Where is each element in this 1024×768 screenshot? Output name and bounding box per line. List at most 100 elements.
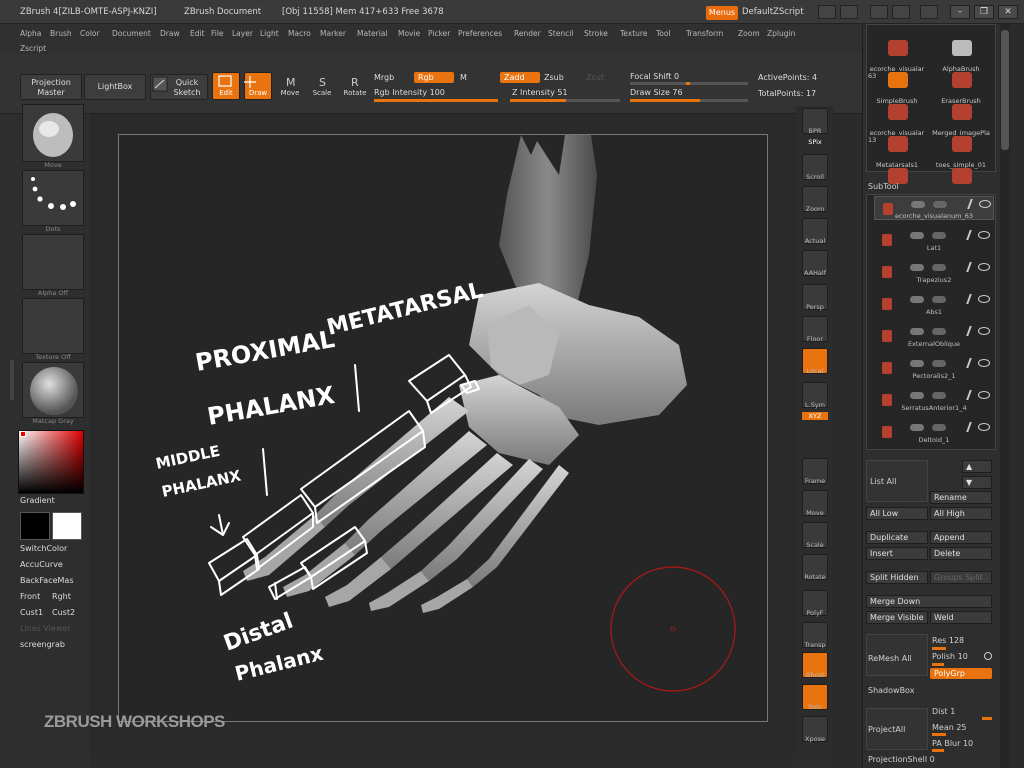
mean-slider[interactable]: Mean 25	[932, 723, 967, 732]
menu-item[interactable]: Document	[112, 29, 151, 38]
restore-icon[interactable]: ❐	[974, 5, 994, 19]
lines-viewer-button[interactable]: Lines Viewer	[20, 624, 71, 636]
mrgb-button[interactable]: Mrgb	[374, 73, 394, 82]
subtool-toggle-icon[interactable]	[911, 201, 925, 208]
dist-slider[interactable]: Dist 1	[932, 707, 955, 716]
eye-icon[interactable]	[978, 231, 990, 239]
subtool-toggle-icon[interactable]	[910, 360, 924, 367]
merge-down-button[interactable]: Merge Down	[866, 595, 992, 608]
layout-icon[interactable]	[840, 5, 858, 19]
close-icon[interactable]: ✕	[998, 5, 1018, 19]
texture-thumbnail[interactable]	[22, 298, 84, 354]
subtool-toggle-icon[interactable]	[932, 296, 946, 303]
tool-thumb-1a[interactable]	[888, 72, 908, 88]
polygrp-button[interactable]: PolyGrp	[930, 668, 992, 679]
rename-button[interactable]: Rename	[930, 491, 992, 504]
cust1-button[interactable]: Cust1	[20, 608, 43, 620]
move-down-button[interactable]: ▼	[962, 476, 992, 489]
subtool-toggle-icon[interactable]	[910, 232, 924, 239]
alpha-thumbnail[interactable]	[22, 234, 84, 290]
screengrab-button[interactable]: screengrab	[20, 640, 65, 652]
menu-item[interactable]: Stroke	[584, 29, 608, 38]
switchcolor-button[interactable]: SwitchColor	[20, 544, 67, 556]
eye-icon[interactable]	[978, 295, 990, 303]
tool-thumb-2b[interactable]	[952, 104, 972, 120]
eye-icon[interactable]	[978, 391, 990, 399]
groups-split-button[interactable]: Groups Split	[930, 571, 992, 584]
subtool-toggle-icon[interactable]	[910, 328, 924, 335]
main-color-swatch[interactable]	[52, 512, 82, 540]
zcut-button[interactable]: Zcut	[586, 73, 604, 82]
menu-item[interactable]: File	[211, 29, 224, 38]
tool-thumb-1b[interactable]	[952, 72, 972, 88]
menu-item[interactable]: Texture	[620, 29, 647, 38]
duplicate-button[interactable]: Duplicate	[866, 531, 928, 544]
menu-item[interactable]: Edit	[190, 29, 205, 38]
res-slider[interactable]: Res 128	[932, 636, 964, 645]
menu-item[interactable]: Zscript	[20, 44, 46, 53]
subtool-toggle-icon[interactable]	[932, 264, 946, 271]
menu-item[interactable]: Brush	[50, 29, 72, 38]
tool-thumb-0a[interactable]	[888, 40, 908, 56]
menu-item[interactable]: Stencil	[548, 29, 573, 38]
subtool-toggle-icon[interactable]	[910, 424, 924, 431]
shadowbox-button[interactable]: ShadowBox	[868, 686, 914, 695]
subtool-toggle-icon[interactable]	[932, 232, 946, 239]
secondary-color-swatch[interactable]	[20, 512, 50, 540]
brush-icon[interactable]	[960, 326, 972, 336]
menus-button[interactable]: Menus	[706, 6, 738, 20]
all-high-button[interactable]: All High	[930, 507, 992, 520]
stroke-thumbnail[interactable]	[22, 170, 84, 226]
minimize-icon[interactable]: –	[950, 5, 970, 19]
subtool-toggle-icon[interactable]	[932, 424, 946, 431]
tool-thumb-0b[interactable]	[952, 40, 972, 56]
eye-icon[interactable]	[978, 423, 990, 431]
menu-item[interactable]: Color	[80, 29, 100, 38]
menu-item[interactable]: Preferences	[458, 29, 502, 38]
rgb-button[interactable]: Rgb	[414, 72, 454, 83]
eye-icon[interactable]	[978, 263, 990, 271]
backfacemask-button[interactable]: BackFaceMas	[20, 576, 73, 588]
menu-item[interactable]: Light	[260, 29, 279, 38]
brush-icon[interactable]	[960, 390, 972, 400]
tool-thumb-4b[interactable]	[952, 168, 972, 184]
split-hidden-button[interactable]: Split Hidden	[866, 571, 928, 584]
menu-item[interactable]: Alpha	[20, 29, 41, 38]
help-icon[interactable]	[818, 5, 836, 19]
left-collapse-handle[interactable]	[10, 360, 14, 400]
menu-item[interactable]: Macro	[288, 29, 311, 38]
palette-scrollbar-thumb[interactable]	[1001, 30, 1009, 150]
document-canvas[interactable]: PROXIMAL PHALANX METATARSAL MIDDLE PHALA…	[118, 134, 768, 722]
color-picker[interactable]	[18, 430, 84, 494]
tool-thumb-2a[interactable]	[888, 104, 908, 120]
brush-icon[interactable]	[960, 422, 972, 432]
brush-icon[interactable]	[960, 294, 972, 304]
weld-button[interactable]: Weld	[930, 611, 992, 624]
zsub-button[interactable]: Zsub	[544, 73, 564, 82]
polish-slider[interactable]: Polish 10	[932, 652, 968, 661]
move-up-button[interactable]: ▲	[962, 460, 992, 473]
menu-item[interactable]: Marker	[320, 29, 346, 38]
eye-icon[interactable]	[978, 327, 990, 335]
menu-item[interactable]: Picker	[428, 29, 450, 38]
cust2-button[interactable]: Cust2	[52, 608, 75, 620]
projection-master-button[interactable]: Projection Master	[20, 74, 82, 100]
delete-button[interactable]: Delete	[930, 547, 992, 560]
brush-thumbnail[interactable]	[22, 104, 84, 162]
eye-icon[interactable]	[978, 359, 990, 367]
palette-icon[interactable]	[892, 5, 910, 19]
zadd-button[interactable]: Zadd	[500, 72, 540, 83]
projection-shell-slider[interactable]: ProjectionShell 0	[868, 755, 935, 764]
front-button[interactable]: Front	[20, 592, 40, 604]
gradient-button[interactable]: Gradient	[20, 496, 55, 508]
menu-item[interactable]: Layer	[232, 29, 253, 38]
brush-icon[interactable]	[960, 230, 972, 240]
subtool-toggle-icon[interactable]	[932, 360, 946, 367]
eye-icon[interactable]	[979, 200, 991, 208]
subtool-toggle-icon[interactable]	[932, 392, 946, 399]
brush-icon[interactable]	[961, 199, 973, 209]
menu-item[interactable]: Material	[357, 29, 387, 38]
right-button[interactable]: Rght	[52, 592, 71, 604]
brush-icon[interactable]	[960, 358, 972, 368]
subtool-toggle-icon[interactable]	[910, 392, 924, 399]
